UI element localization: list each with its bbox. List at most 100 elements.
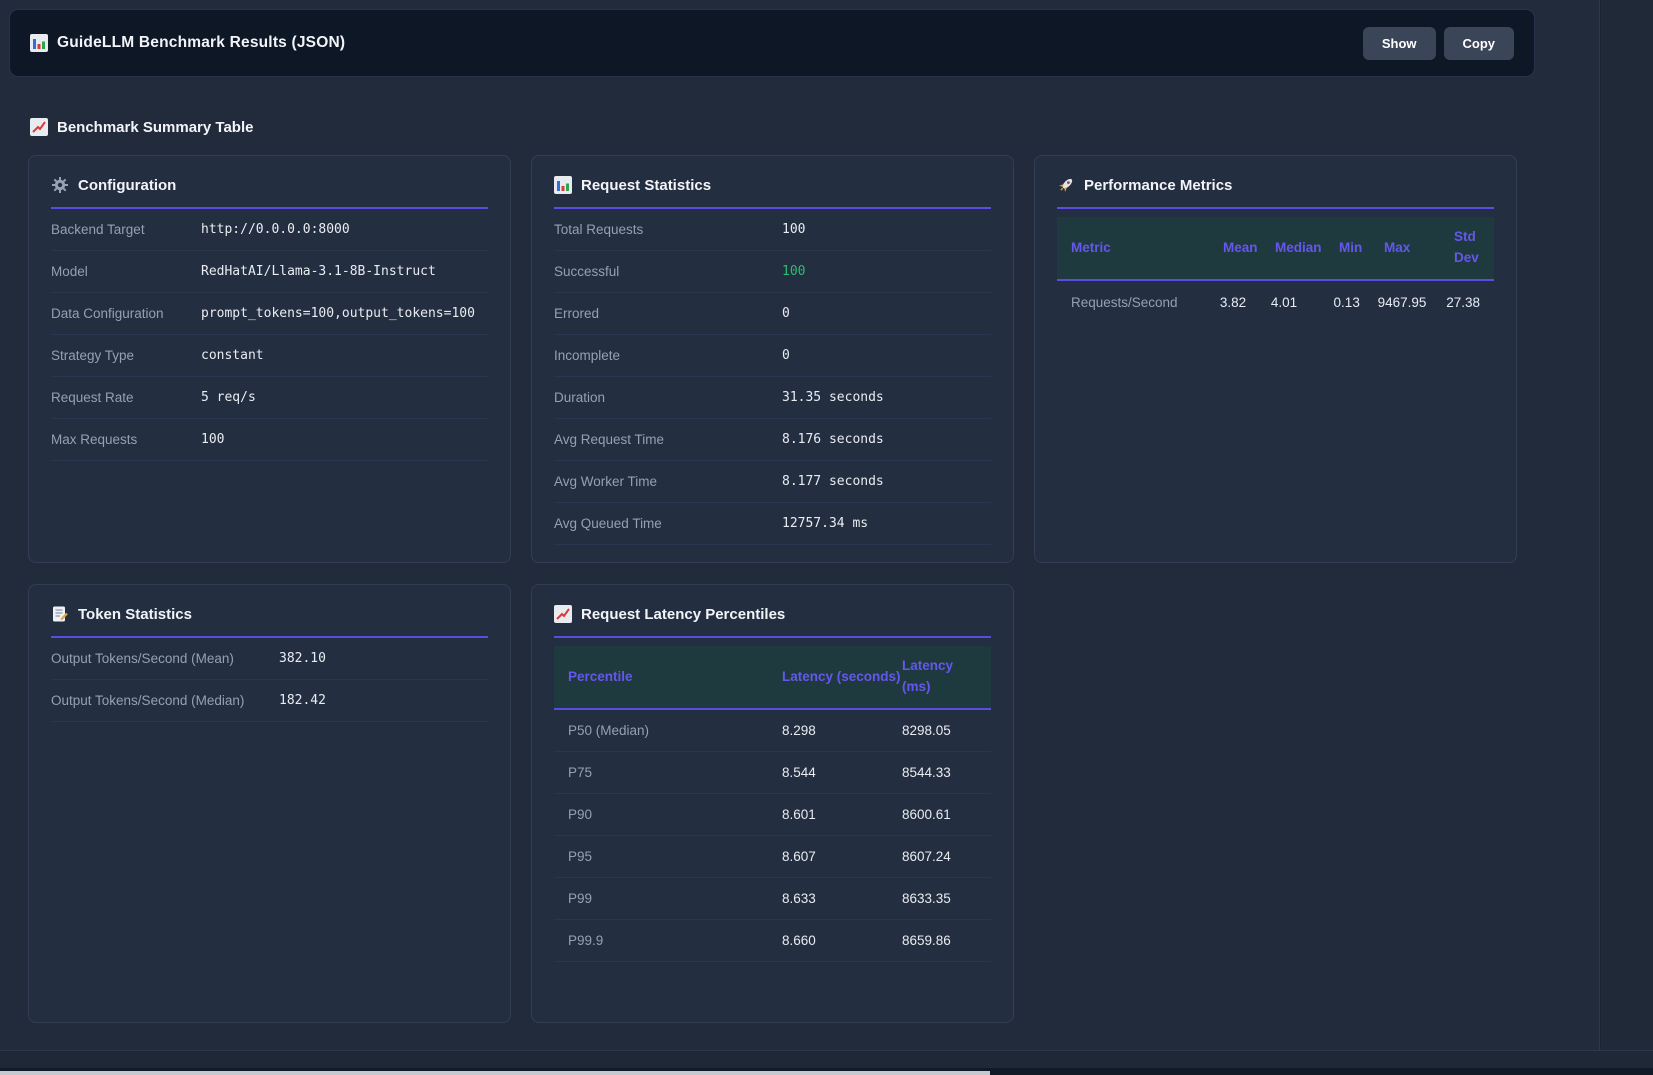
- row-label: Duration: [554, 390, 782, 405]
- row-label: Output Tokens/Second (Median): [51, 693, 279, 708]
- latency-ms: 8607.24: [902, 849, 977, 864]
- main-content: GuideLLM Benchmark Results (JSON) Show C…: [0, 0, 1600, 1050]
- configuration-card: Configuration Backend Target http://0.0.…: [28, 155, 511, 563]
- latency-seconds: 8.607: [782, 849, 902, 864]
- latency-seconds: 8.298: [782, 723, 902, 738]
- chart-up-icon: [30, 118, 48, 136]
- latency-ms: 8544.33: [902, 765, 977, 780]
- latency-ms: 8659.86: [902, 933, 977, 948]
- topbar: GuideLLM Benchmark Results (JSON) Show C…: [9, 9, 1535, 77]
- stat-row: Errored 0: [554, 293, 991, 335]
- metric-min: 0.13: [1334, 295, 1378, 310]
- latency-ms: 8298.05: [902, 723, 977, 738]
- row-label: Avg Request Time: [554, 432, 782, 447]
- gear-icon: [51, 176, 69, 194]
- stat-row: Successful 100: [554, 251, 991, 293]
- row-label: Backend Target: [51, 222, 201, 237]
- column-header: Latency (ms): [902, 656, 977, 698]
- table-row: P90 8.601 8600.61: [554, 794, 991, 836]
- page-title: GuideLLM Benchmark Results (JSON): [57, 34, 345, 52]
- configuration-card-title: Configuration: [51, 174, 488, 196]
- stat-row: Incomplete 0: [554, 335, 991, 377]
- row-label: Max Requests: [51, 432, 201, 447]
- row-label: Incomplete: [554, 348, 782, 363]
- row-value: 8.176 seconds: [782, 432, 884, 447]
- stat-row: Total Requests 100: [554, 209, 991, 251]
- configuration-rows: Backend Target http://0.0.0.0:8000 Model…: [51, 209, 488, 461]
- section-title: Benchmark Summary Table: [57, 119, 253, 136]
- column-header: Median: [1275, 238, 1339, 259]
- performance-metrics-table: Metric Mean Median Min Max Std Dev Reque…: [1057, 217, 1494, 323]
- row-label: Successful: [554, 264, 782, 279]
- column-header: Max: [1384, 238, 1454, 259]
- row-label: Avg Worker Time: [554, 474, 782, 489]
- row-value: 382.10: [279, 651, 326, 666]
- metric-max: 9467.95: [1378, 295, 1447, 310]
- section-heading: Benchmark Summary Table: [30, 118, 253, 136]
- column-header: Latency (seconds): [782, 667, 902, 688]
- row-value: http://0.0.0.0:8000: [201, 222, 350, 237]
- row-label: Output Tokens/Second (Mean): [51, 651, 279, 666]
- row-label: Avg Queued Time: [554, 516, 782, 531]
- column-header: Min: [1339, 238, 1384, 259]
- request-statistics-card-title: Request Statistics: [554, 174, 991, 196]
- table-row: P99 8.633 8633.35: [554, 878, 991, 920]
- metric-std-dev: 27.38: [1446, 295, 1480, 310]
- column-header: Percentile: [568, 667, 782, 688]
- performance-metrics-card-title: Performance Metrics: [1057, 174, 1494, 196]
- token-row: Output Tokens/Second (Mean) 382.10: [51, 638, 488, 680]
- performance-metrics-card: Performance Metrics Metric Mean Median M…: [1034, 155, 1517, 563]
- bottom-light-strip: [0, 1071, 990, 1075]
- config-row: Strategy Type constant: [51, 335, 488, 377]
- rocket-icon: [1057, 176, 1075, 194]
- row-label: Data Configuration: [51, 306, 201, 321]
- config-row: Data Configuration prompt_tokens=100,out…: [51, 293, 488, 335]
- row-value: 182.42: [279, 693, 326, 708]
- percentile-label: P75: [568, 765, 782, 780]
- row-label: Request Rate: [51, 390, 201, 405]
- card-title: Request Latency Percentiles: [581, 606, 785, 623]
- card-title: Configuration: [78, 177, 176, 194]
- row-value: prompt_tokens=100,output_tokens=100: [201, 306, 475, 321]
- stat-row: Avg Worker Time 8.177 seconds: [554, 461, 991, 503]
- token-statistics-card-title: Token Statistics: [51, 603, 488, 625]
- latency-percentiles-card-title: Request Latency Percentiles: [554, 603, 991, 625]
- table-header-row: Metric Mean Median Min Max Std Dev: [1057, 217, 1494, 281]
- right-gutter: [1601, 0, 1653, 1050]
- token-statistics-rows: Output Tokens/Second (Mean) 382.10 Outpu…: [51, 638, 488, 722]
- request-statistics-rows: Total Requests 100 Successful 100 Errore…: [554, 209, 991, 545]
- latency-seconds: 8.601: [782, 807, 902, 822]
- chart-up-icon: [554, 605, 572, 623]
- table-row: P95 8.607 8607.24: [554, 836, 991, 878]
- stat-row: Avg Queued Time 12757.34 ms: [554, 503, 991, 545]
- metric-median: 4.01: [1271, 295, 1334, 310]
- row-value: 12757.34 ms: [782, 516, 868, 531]
- percentile-label: P50 (Median): [568, 723, 782, 738]
- latency-ms: 8633.35: [902, 891, 977, 906]
- show-button[interactable]: Show: [1363, 27, 1436, 60]
- stat-row: Duration 31.35 seconds: [554, 377, 991, 419]
- copy-button[interactable]: Copy: [1444, 27, 1515, 60]
- table-header-row: Percentile Latency (seconds) Latency (ms…: [554, 646, 991, 710]
- row-label: Model: [51, 264, 201, 279]
- row-label: Strategy Type: [51, 348, 201, 363]
- footer-band: [0, 1050, 1653, 1068]
- row-value: 0: [782, 306, 790, 321]
- token-statistics-card: Token Statistics Output Tokens/Second (M…: [28, 584, 511, 1023]
- percentile-label: P99: [568, 891, 782, 906]
- memo-icon: [51, 605, 69, 623]
- row-label: Total Requests: [554, 222, 782, 237]
- latency-percentiles-card: Request Latency Percentiles Percentile L…: [531, 584, 1014, 1023]
- percentile-label: P99.9: [568, 933, 782, 948]
- latency-seconds: 8.633: [782, 891, 902, 906]
- column-header: Mean: [1223, 238, 1275, 259]
- config-row: Request Rate 5 req/s: [51, 377, 488, 419]
- table-row: P75 8.544 8544.33: [554, 752, 991, 794]
- card-title: Performance Metrics: [1084, 177, 1232, 194]
- row-value: 31.35 seconds: [782, 390, 884, 405]
- row-value: constant: [201, 348, 264, 363]
- row-value: RedHatAI/Llama-3.1-8B-Instruct: [201, 264, 436, 279]
- latency-percentiles-table: Percentile Latency (seconds) Latency (ms…: [554, 646, 991, 962]
- bar-chart-icon: [30, 34, 48, 52]
- config-row: Backend Target http://0.0.0.0:8000: [51, 209, 488, 251]
